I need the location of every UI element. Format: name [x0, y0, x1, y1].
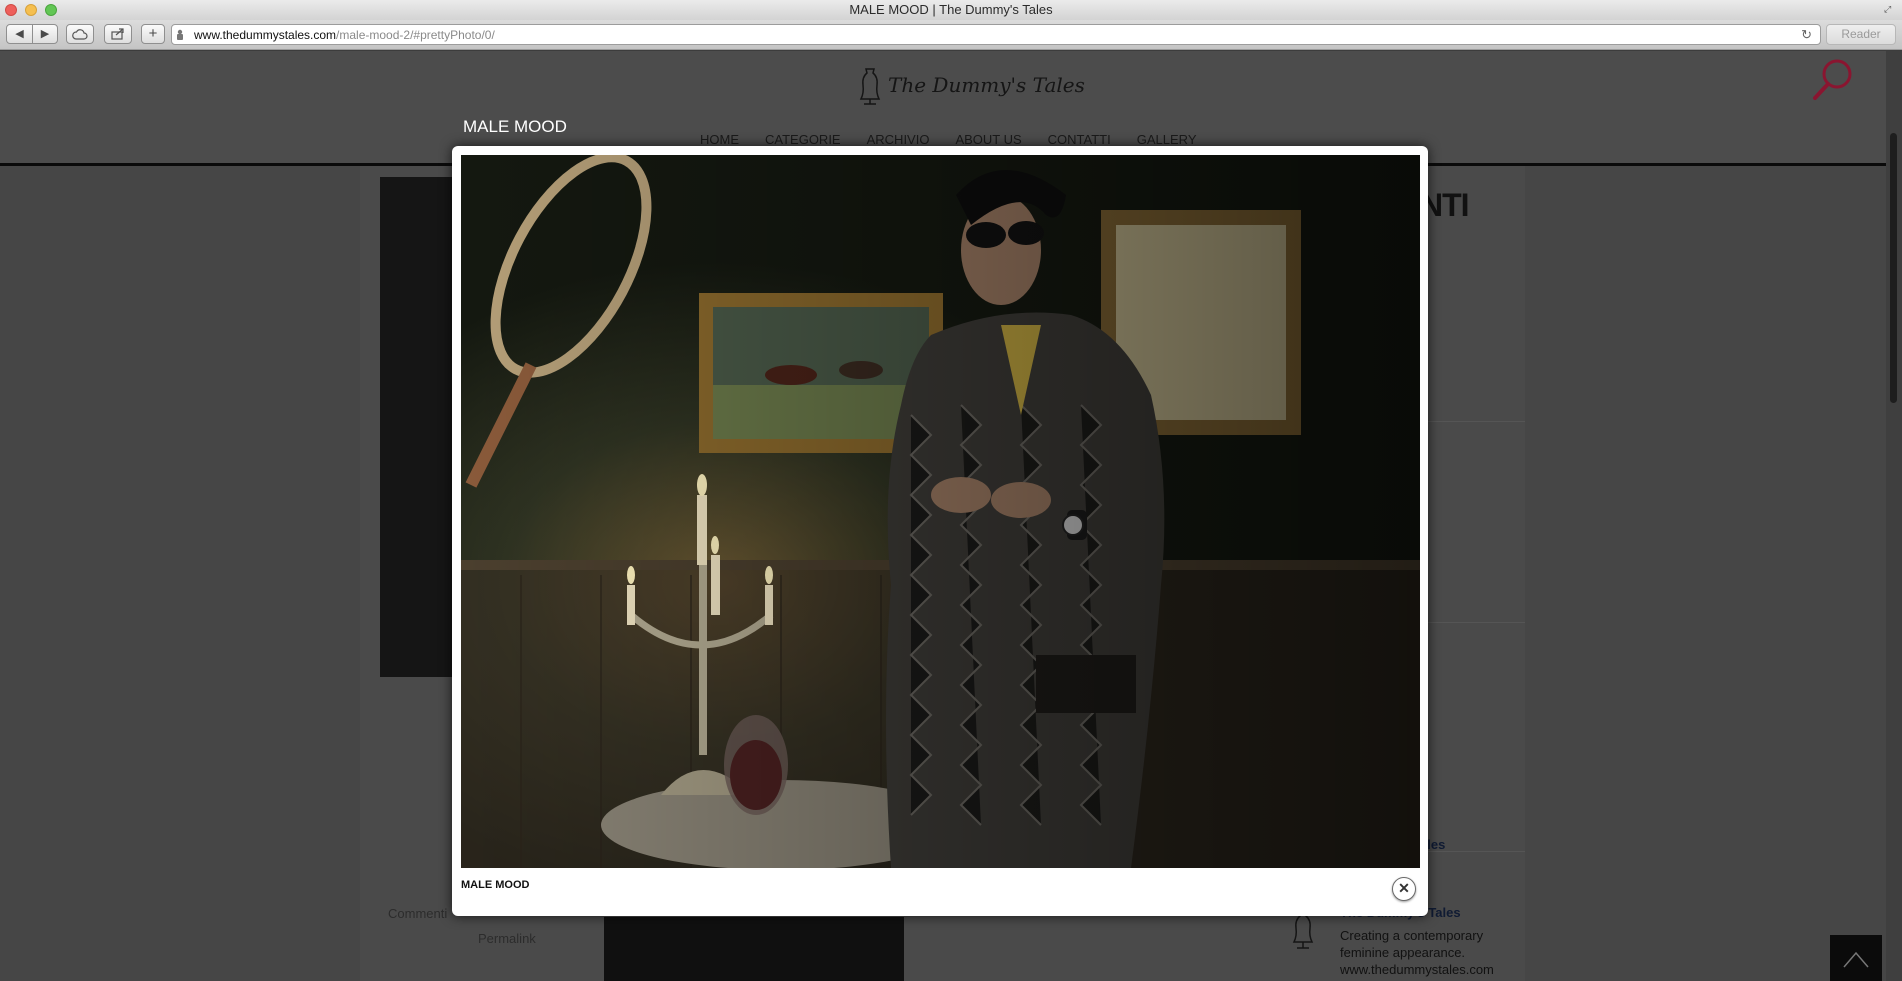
- scroll-top-button[interactable]: [1830, 935, 1882, 981]
- window-title: MALE MOOD | The Dummy's Tales: [849, 2, 1053, 17]
- permalink-link[interactable]: Permalink: [478, 931, 536, 946]
- lightbox-title: MALE MOOD: [463, 117, 567, 136]
- url-text[interactable]: www.thedummystales.com/male-mood-2/#pret…: [194, 28, 495, 42]
- comments-link[interactable]: Commenti: [388, 906, 447, 921]
- logo-text: The Dummy's Tales: [888, 73, 1085, 97]
- lightbox-photo[interactable]: [461, 155, 1420, 868]
- share-icon: [111, 28, 124, 40]
- lightbox-close-button[interactable]: ✕: [1392, 877, 1416, 901]
- search-icon[interactable]: [1810, 56, 1856, 102]
- forward-arrow-icon: ▶: [40, 28, 50, 40]
- reload-icon[interactable]: ↻: [1801, 27, 1812, 43]
- close-icon: ✕: [1398, 880, 1410, 896]
- back-arrow-icon: ◀: [15, 28, 24, 40]
- icloud-tabs-button[interactable]: [66, 24, 94, 44]
- browser-toolbar: ◀ ▶ + www.thedummystales.com/male-mood-2…: [0, 20, 1902, 50]
- nav-contatti[interactable]: CONTATTI: [1048, 132, 1111, 147]
- fullscreen-icon[interactable]: ⤢: [1884, 4, 1894, 14]
- nav-home[interactable]: HOME: [700, 132, 739, 147]
- lock-icon: [176, 29, 186, 41]
- url-host: www.thedummystales.com: [194, 28, 337, 42]
- nav-gallery[interactable]: GALLERY: [1137, 132, 1197, 147]
- sidebar-url[interactable]: www.thedummystales.com: [1340, 962, 1494, 977]
- page-scrollbar[interactable]: [1886, 51, 1902, 981]
- lightbox-caption: MALE MOOD: [461, 879, 530, 891]
- window-titlebar: MALE MOOD | The Dummy's Tales ⤢: [0, 0, 1902, 20]
- forward-button[interactable]: ▶: [32, 24, 58, 44]
- new-tab-icon: +: [148, 25, 158, 42]
- scroll-top-icon: [1843, 951, 1869, 968]
- url-path: /male-mood-2/#prettyPhoto/0/: [336, 28, 495, 42]
- lightbox: MALE MOOD ✕: [452, 146, 1428, 916]
- back-button[interactable]: ◀: [6, 24, 33, 44]
- sidebar-description: Creating a contemporary feminine appeara…: [1340, 928, 1484, 960]
- share-button[interactable]: [104, 24, 132, 44]
- scrollbar-thumb[interactable]: [1890, 133, 1897, 403]
- dress-form-icon: [859, 68, 881, 105]
- nav-categorie[interactable]: CATEGORIE: [765, 132, 841, 147]
- nav-archivio[interactable]: ARCHIVIO: [867, 132, 930, 147]
- icloud-icon: [72, 29, 88, 40]
- nav-about-us[interactable]: ABOUT US: [955, 132, 1021, 147]
- related-thumbnail[interactable]: [604, 917, 904, 981]
- reader-button[interactable]: Reader: [1826, 24, 1896, 45]
- address-bar[interactable]: www.thedummystales.com/male-mood-2/#pret…: [171, 24, 1821, 45]
- new-tab-button[interactable]: +: [141, 24, 165, 44]
